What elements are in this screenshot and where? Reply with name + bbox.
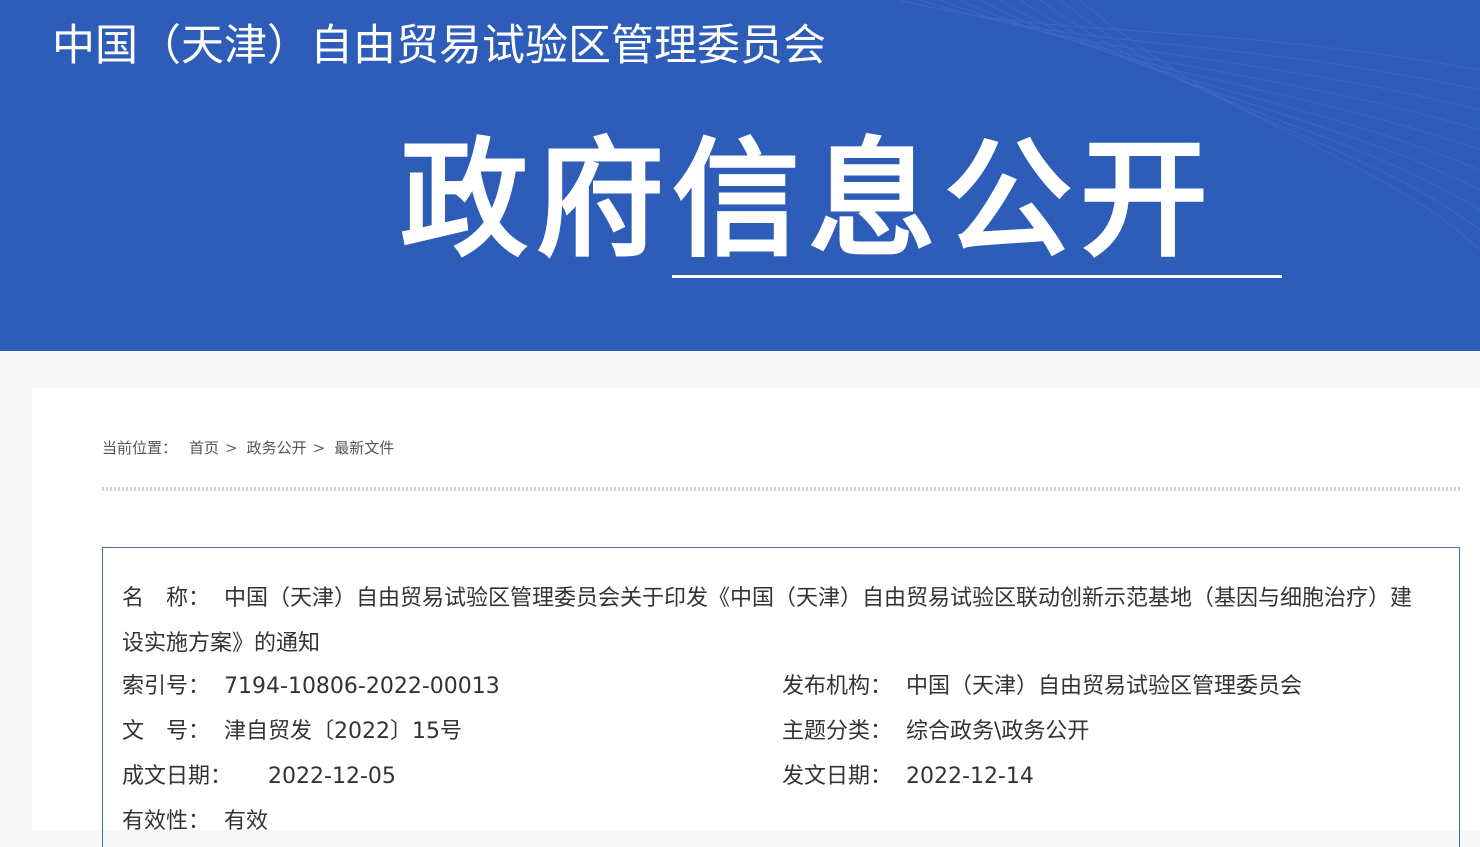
publisher-value: 中国（天津）自由贸易试验区管理委员会 xyxy=(906,674,1303,699)
breadcrumb-separator: > xyxy=(225,439,238,457)
document-name-row: 名 称： 中国（天津）自由贸易试验区管理委员会关于印发《中国（天津）自由贸易试验区… xyxy=(122,576,1432,666)
document-info-box: 名 称： 中国（天津）自由贸易试验区管理委员会关于印发《中国（天津）自由贸易试验区… xyxy=(102,547,1460,847)
breadcrumb-lead: 当前位置： xyxy=(102,439,178,457)
topic-category-row: 主题分类： 综合政务\政务公开 xyxy=(782,709,1089,754)
section-title-underline xyxy=(672,275,1282,278)
site-title: 中国（天津）自由贸易试验区管理委员会 xyxy=(52,21,826,71)
document-name-value: 中国（天津）自由贸易试验区管理委员会关于印发《中国（天津）自由贸易试验区联动创新… xyxy=(122,586,1413,656)
topic-category-label: 主题分类： xyxy=(782,719,893,744)
written-date-label: 成文日期： xyxy=(122,764,233,789)
validity-value: 有效 xyxy=(224,809,269,834)
issue-date-row: 发文日期： 2022-12-14 xyxy=(782,754,1034,799)
publisher-row: 发布机构： 中国（天津）自由贸易试验区管理委员会 xyxy=(782,664,1302,709)
issue-date-value: 2022-12-14 xyxy=(906,764,1034,789)
publisher-label: 发布机构： xyxy=(782,674,893,699)
breadcrumb-latest-files-link[interactable]: 最新文件 xyxy=(334,439,394,457)
breadcrumb-separator: > xyxy=(312,439,326,457)
written-date-value: 2022-12-05 xyxy=(268,764,396,789)
breadcrumb: 当前位置： 首页 > 政务公开 > 最新文件 xyxy=(102,436,394,460)
header-banner: 中国（天津）自由贸易试验区管理委员会 政府信息公开 xyxy=(0,0,1480,351)
written-date-row: 成文日期： 2022-12-05 xyxy=(122,754,396,799)
topic-category-value: 综合政务\政务公开 xyxy=(906,719,1090,744)
breadcrumb-home-link[interactable]: 首页 xyxy=(189,439,219,457)
index-number-label: 索引号： xyxy=(122,674,211,699)
divider xyxy=(102,487,1462,491)
validity-label: 有效性： xyxy=(122,809,211,834)
content-panel: 当前位置： 首页 > 政务公开 > 最新文件 名 称： 中国（天津）自由贸易试验区管理委员会… xyxy=(32,388,1480,847)
section-title: 政府信息公开 xyxy=(400,126,1217,275)
index-number-value: 7194-10806-2022-00013 xyxy=(224,674,500,699)
document-number-row: 文 号： 津自贸发〔2022〕15号 xyxy=(122,709,462,754)
document-number-label: 文 号： xyxy=(122,719,211,744)
document-number-value: 津自贸发〔2022〕15号 xyxy=(224,719,462,744)
document-name-label: 名 称： xyxy=(122,586,211,611)
breadcrumb-gov-affairs-link[interactable]: 政务公开 xyxy=(247,439,307,457)
issue-date-label: 发文日期： xyxy=(782,764,893,789)
index-number-row: 索引号： 7194-10806-2022-00013 xyxy=(122,664,500,709)
validity-row: 有效性： 有效 xyxy=(122,799,268,844)
